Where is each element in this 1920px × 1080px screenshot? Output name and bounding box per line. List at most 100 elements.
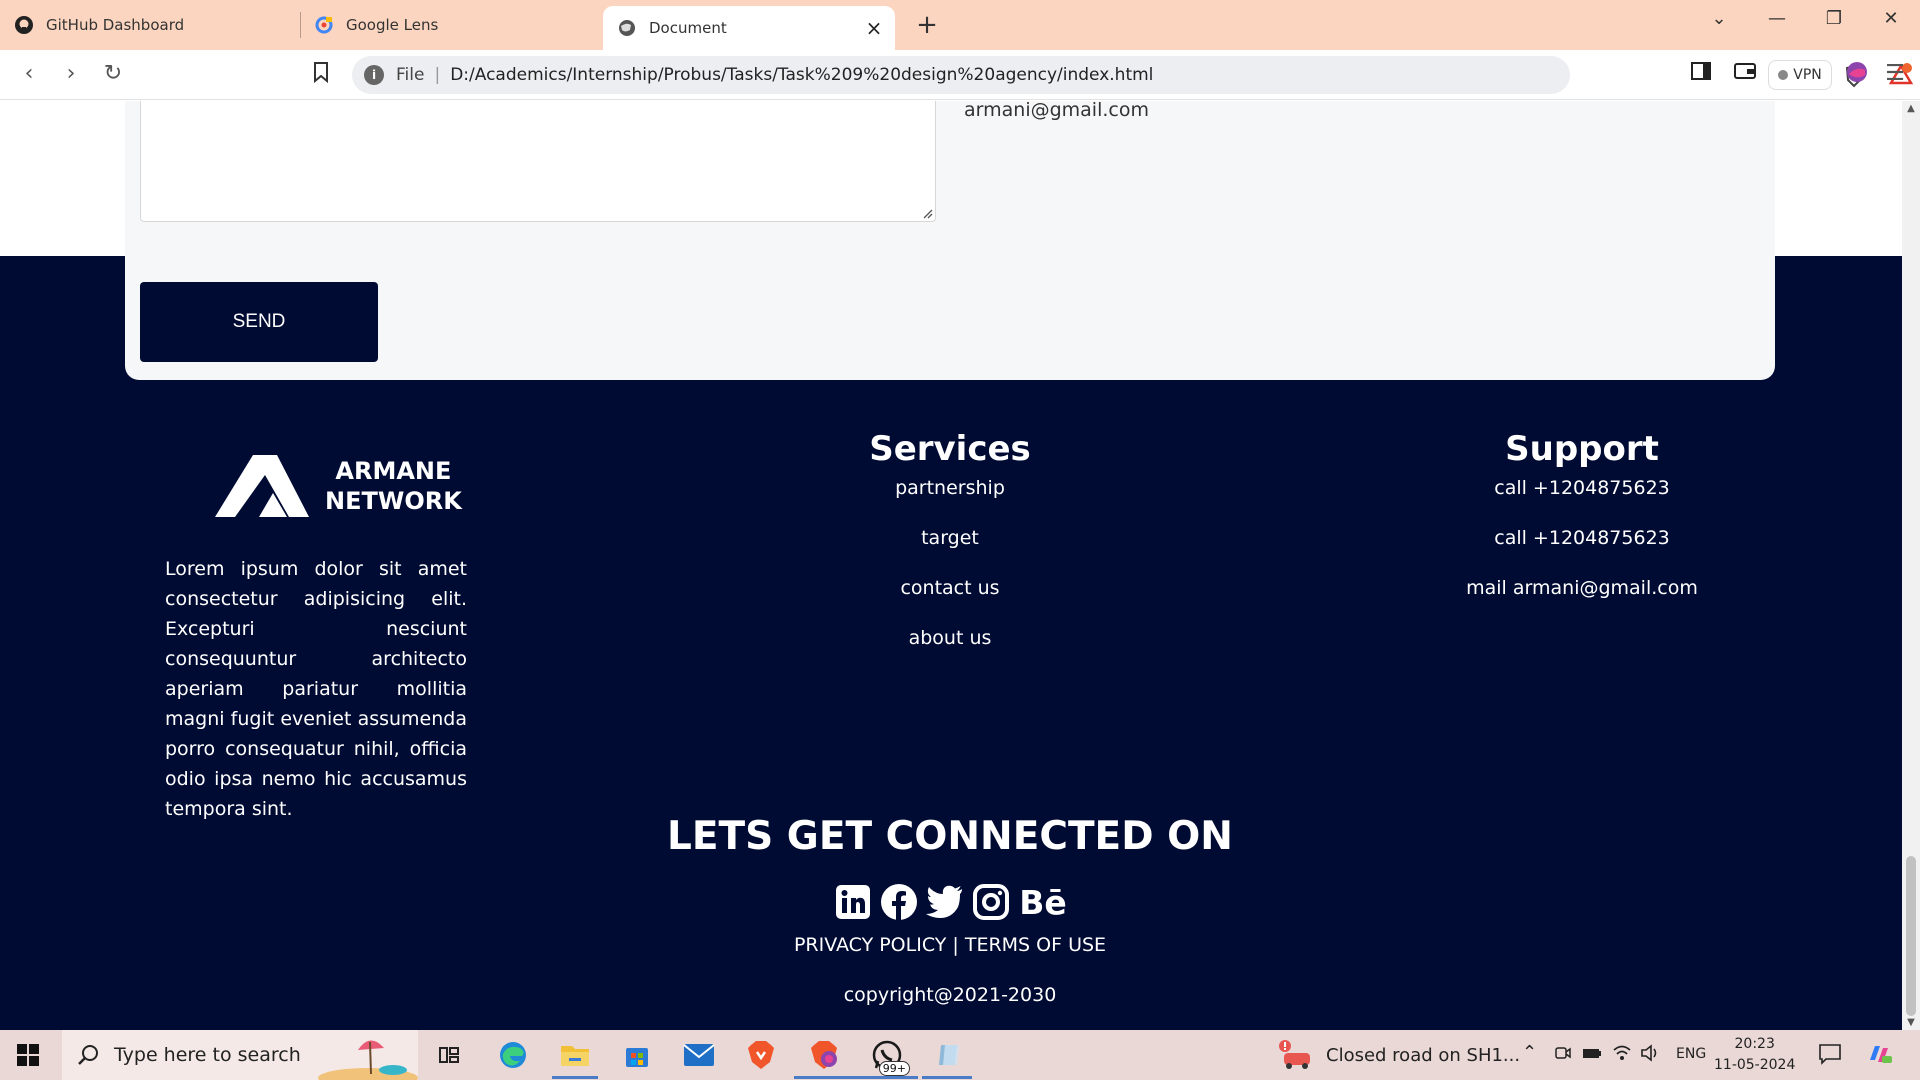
- whatsapp-active-indicator: [856, 1076, 918, 1079]
- search-icon: [78, 1045, 98, 1065]
- copilot-icon[interactable]: [1866, 1042, 1892, 1070]
- contact-email: armani@gmail.com: [964, 101, 1149, 121]
- whatsapp-unread-badge: 99+: [878, 1061, 910, 1076]
- news-text: Closed road on SH1...: [1326, 1044, 1521, 1066]
- restore-button[interactable]: ❐: [1814, 8, 1854, 29]
- brave-taskbar-icon[interactable]: [744, 1038, 778, 1072]
- send-button[interactable]: SEND: [140, 282, 378, 362]
- linkedin-icon[interactable]: [834, 883, 872, 921]
- clock-date: 11-05-2024: [1714, 1057, 1796, 1073]
- bookmark-icon[interactable]: [306, 61, 336, 89]
- brave-browser-active-icon[interactable]: [807, 1038, 841, 1072]
- minimize-button[interactable]: —: [1757, 8, 1797, 29]
- browser-toolbar: ‹ › ↻ i File | D:/Academics/Internship/P…: [0, 50, 1920, 100]
- tab-label: Google Lens: [346, 16, 439, 34]
- legal-links[interactable]: PRIVACY POLICY | TERMS OF USE: [0, 934, 1900, 956]
- back-button[interactable]: ‹: [14, 61, 44, 86]
- forward-button[interactable]: ›: [56, 61, 86, 86]
- facebook-icon[interactable]: [880, 883, 918, 921]
- url-separator: |: [434, 65, 441, 85]
- file-explorer-icon[interactable]: [558, 1038, 592, 1072]
- github-icon: [14, 15, 34, 35]
- brave-active-indicator: [794, 1076, 856, 1079]
- wifi-icon[interactable]: [1612, 1044, 1632, 1066]
- clock-time: 20:23: [1734, 1036, 1775, 1052]
- wallet-icon[interactable]: [1730, 61, 1760, 86]
- tab-label: Document: [649, 19, 727, 37]
- twitter-icon[interactable]: [926, 883, 964, 921]
- page-viewport: armani@gmail.com SEND ARMANE NETWORK Lor…: [0, 101, 1902, 1030]
- address-bar[interactable]: i File | D:/Academics/Internship/Probus/…: [352, 56, 1914, 94]
- services-link-target[interactable]: target: [800, 525, 1100, 575]
- notification-center-icon[interactable]: [1818, 1042, 1842, 1070]
- scroll-up-arrow-icon[interactable]: ▲: [1902, 103, 1920, 114]
- microsoft-store-icon[interactable]: [620, 1038, 654, 1072]
- brand-name-line1: ARMANE: [335, 457, 452, 485]
- copyright-text: copyright@2021-2030: [843, 984, 1057, 1006]
- tab-search-chevron-icon[interactable]: ⌄: [1699, 8, 1739, 29]
- services-link-partnership[interactable]: partnership: [800, 475, 1100, 525]
- behance-icon[interactable]: Bē: [1018, 883, 1068, 922]
- edge-browser-icon[interactable]: [496, 1038, 530, 1072]
- brand-name: ARMANE NETWORK: [325, 456, 462, 516]
- support-phone-2[interactable]: call +1204875623: [1432, 525, 1732, 575]
- traffic-alert-icon: [1279, 1040, 1310, 1069]
- new-tab-button[interactable]: +: [912, 10, 942, 40]
- battery-icon[interactable]: [1582, 1044, 1602, 1066]
- close-window-button[interactable]: ✕: [1871, 8, 1911, 29]
- url-scheme-label: File: [396, 65, 425, 85]
- meet-now-icon[interactable]: [1554, 1044, 1572, 1066]
- windows-start-icon[interactable]: [16, 1043, 40, 1067]
- show-hidden-icons-chevron-icon[interactable]: ⌃: [1522, 1042, 1537, 1063]
- tab-document[interactable]: Document ×: [603, 6, 895, 50]
- notepad-icon[interactable]: [932, 1038, 966, 1072]
- close-tab-icon[interactable]: ×: [863, 16, 885, 40]
- resize-handle-icon[interactable]: [921, 207, 933, 219]
- task-view-icon[interactable]: [432, 1038, 466, 1072]
- social-links: Bē: [834, 883, 1076, 922]
- taskbar-search[interactable]: Type here to search: [62, 1030, 418, 1080]
- file-explorer-active-indicator: [552, 1076, 598, 1079]
- site-info-icon[interactable]: i: [364, 65, 384, 85]
- news-widget[interactable]: Closed road on SH1...: [1278, 1030, 1520, 1080]
- support-mail[interactable]: mail armani@gmail.com: [1432, 575, 1732, 625]
- footer-brand[interactable]: ARMANE NETWORK: [215, 453, 462, 519]
- notepad-active-indicator: [922, 1076, 972, 1079]
- brand-name-line2: NETWORK: [325, 487, 462, 515]
- search-placeholder: Type here to search: [114, 1044, 301, 1066]
- mail-icon[interactable]: [682, 1038, 716, 1072]
- brand-description: Lorem ipsum dolor sit amet consectetur a…: [165, 558, 467, 820]
- support-phone-1[interactable]: call +1204875623: [1432, 475, 1732, 525]
- tab-google-lens[interactable]: Google Lens: [300, 6, 600, 44]
- support-list: call +1204875623 call +1204875623 mail a…: [1432, 475, 1732, 625]
- scrollbar-thumb[interactable]: [1906, 856, 1916, 1016]
- vpn-label: VPN: [1793, 67, 1822, 83]
- url-text[interactable]: D:/Academics/Internship/Probus/Tasks/Tas…: [450, 65, 1153, 85]
- menu-icon[interactable]: ☰: [1880, 61, 1910, 86]
- armane-logo-icon: [215, 455, 309, 517]
- profile-avatar-icon[interactable]: [1842, 61, 1872, 89]
- volume-icon[interactable]: [1640, 1044, 1660, 1066]
- services-list: partnership target contact us about us: [800, 475, 1100, 675]
- support-title: Support: [1505, 429, 1659, 469]
- tab-label: GitHub Dashboard: [46, 16, 185, 34]
- connect-heading: LETS GET CONNECTED ON: [667, 814, 1233, 859]
- support-column: Support call +1204875623 call +120487562…: [1432, 429, 1732, 625]
- page-scrollbar[interactable]: ▲ ▼: [1902, 101, 1920, 1030]
- services-link-contact-us[interactable]: contact us: [800, 575, 1100, 625]
- vpn-status-icon: [1778, 70, 1789, 80]
- instagram-icon[interactable]: [972, 883, 1010, 921]
- input-language[interactable]: ENG: [1676, 1046, 1706, 1062]
- reload-button[interactable]: ↻: [98, 61, 128, 86]
- tab-github-dashboard[interactable]: GitHub Dashboard: [0, 6, 300, 44]
- services-column: Services partnership target contact us a…: [800, 429, 1100, 675]
- whatsapp-icon[interactable]: 99+: [870, 1038, 910, 1076]
- search-highlight-beach-icon: [318, 1040, 418, 1080]
- scroll-down-arrow-icon[interactable]: ▼: [1902, 1017, 1920, 1028]
- system-clock[interactable]: 20:23 11-05-2024: [1714, 1034, 1795, 1076]
- sidebar-toggle-icon[interactable]: [1686, 61, 1716, 86]
- services-link-about-us[interactable]: about us: [800, 625, 1100, 675]
- contact-form-card: armani@gmail.com SEND: [125, 101, 1775, 380]
- message-textarea[interactable]: [140, 101, 936, 222]
- vpn-button[interactable]: VPN: [1768, 60, 1832, 90]
